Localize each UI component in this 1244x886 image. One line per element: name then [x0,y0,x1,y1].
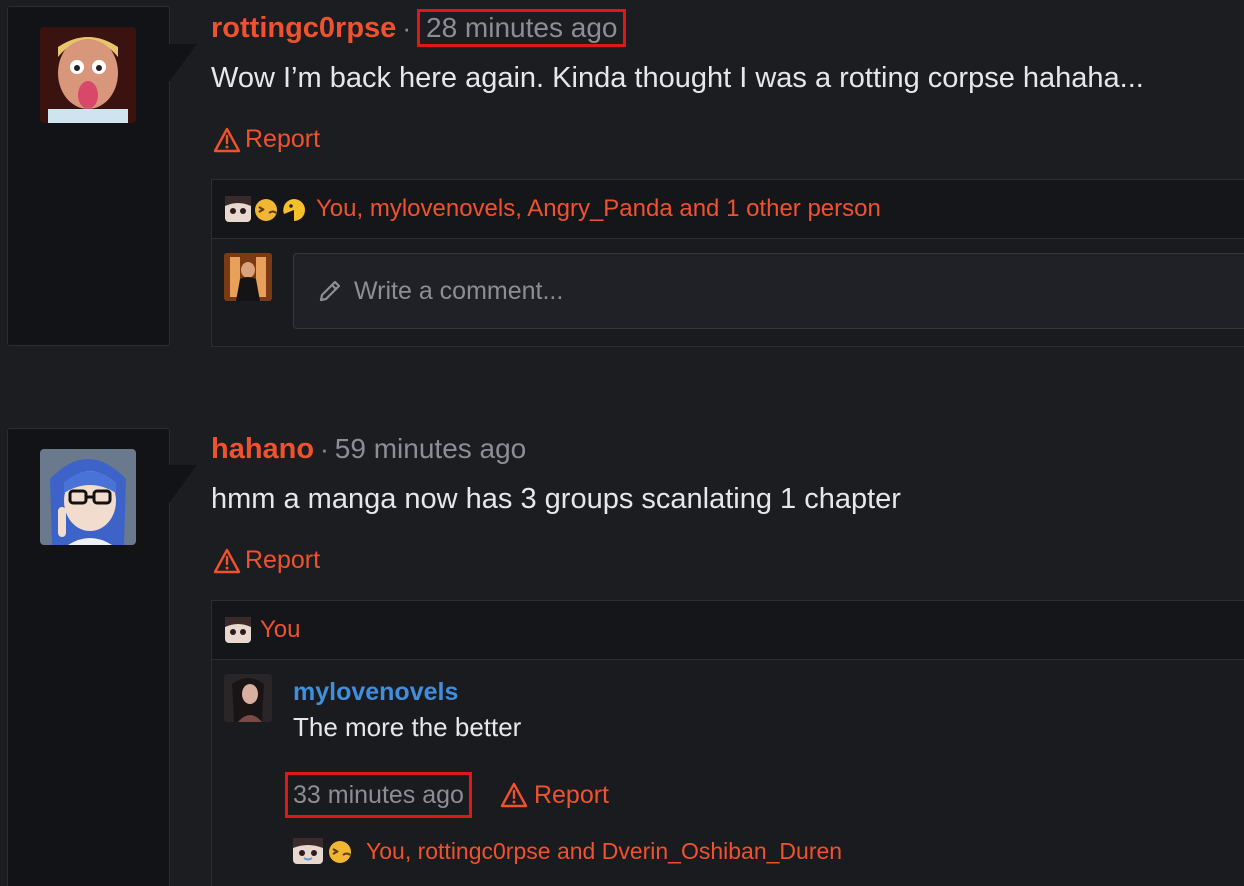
reply-body: The more the better [293,712,522,742]
report-label: Report [245,125,321,153]
reply-comment: mylovenovels The more the better 33 minu… [212,660,1244,886]
reaction-avatars [292,836,358,866]
avatar-column [7,428,170,886]
warning-icon [213,548,241,573]
post-username[interactable]: rottingc0rpse [211,12,396,45]
reply-timestamp[interactable]: 33 minutes ago [285,772,472,818]
reactions-bar[interactable]: You, mylovenovels, Angry_Panda and 1 oth… [212,180,1244,239]
warning-icon [213,127,241,152]
comment-input[interactable]: Write a comment... [293,253,1244,329]
reply-avatar[interactable] [224,674,272,722]
avatar-column [7,6,170,346]
report-button[interactable]: Report [213,546,320,575]
reactions-bar[interactable]: You [212,601,1244,660]
reply-reactions[interactable]: You, rottingc0rpse and Dverin_Oshiban_Du… [292,836,842,866]
post-body: Wow I’m back here again. Kinda thought I… [211,62,1144,94]
reactor-avatar [224,615,252,645]
comment-compose-row: Write a comment... [212,239,1244,344]
report-label: Report [533,780,609,809]
post-username[interactable]: hahano [211,433,314,466]
reactions-text: You [260,616,301,643]
post-thread: You mylovenovels The more the better 33 … [211,600,1244,886]
reaction-avatars [224,615,252,645]
comments-feed: rottingc0rpse · 28 minutes ago Wow I’m b… [0,0,1244,886]
reply-username[interactable]: mylovenovels [293,678,458,707]
separator-dot: · [320,433,329,464]
report-label: Report [245,546,321,574]
reactor-avatar [224,194,252,224]
warning-icon [500,782,528,808]
reply-meta: 33 minutes ago Report [285,772,609,818]
post-body: hmm a manga now has 3 groups scanlating … [211,483,901,515]
pencil-icon [319,280,341,302]
reactor-avatar [292,836,325,866]
dizzy-emoji-icon [252,194,280,224]
avatar[interactable] [40,449,136,545]
post-header: hahano · 59 minutes ago [211,431,526,467]
dizzy-emoji-icon [325,836,358,866]
current-user-avatar [224,253,272,301]
post-timestamp[interactable]: 28 minutes ago [417,9,627,47]
post-thread: You, mylovenovels, Angry_Panda and 1 oth… [211,179,1244,347]
post-card: rottingc0rpse · 28 minutes ago Wow I’m b… [0,0,1244,350]
pacman-emoji-icon [280,194,308,224]
avatar[interactable] [40,27,136,123]
reactions-text: You, mylovenovels, Angry_Panda and 1 oth… [316,195,881,222]
reaction-avatars [224,194,308,224]
post-card: hahano · 59 minutes ago hmm a manga now … [0,421,1244,886]
post-timestamp[interactable]: 59 minutes ago [335,433,526,465]
report-button[interactable]: Report [213,125,320,154]
separator-dot: · [402,12,411,43]
reply-report-button[interactable]: Report [500,781,609,810]
comment-placeholder: Write a comment... [354,276,564,305]
post-header: rottingc0rpse · 28 minutes ago [211,9,627,47]
reply-reactions-text: You, rottingc0rpse and Dverin_Oshiban_Du… [366,837,843,864]
